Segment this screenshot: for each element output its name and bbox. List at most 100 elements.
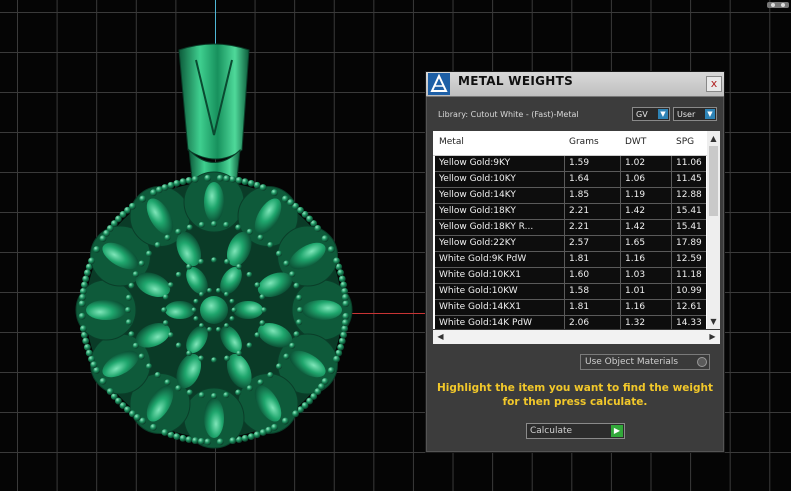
cell-metal: Yellow Gold:9KY — [439, 158, 511, 168]
calculate-dropdown[interactable]: Calculate ▶ — [526, 423, 625, 439]
use-object-materials-button[interactable]: Use Object Materials — [580, 354, 710, 370]
user-dropdown-value: User — [677, 110, 696, 119]
bead — [162, 320, 169, 326]
bead — [215, 326, 221, 332]
bead — [223, 291, 229, 297]
table-row[interactable]: White Gold:10KW 1.58 1.01 10.99 — [435, 284, 706, 300]
col-header-metal[interactable]: Metal — [439, 137, 464, 147]
cell-dwt: 1.02 — [625, 158, 646, 168]
bead — [257, 234, 264, 241]
column-divider — [564, 156, 565, 171]
vertical-scrollbar[interactable]: ▲ ▼ — [707, 131, 720, 329]
metal-table[interactable]: Metal Grams DWT SPG Yellow Gold:9KY 1.59 1… — [433, 131, 720, 329]
bead — [124, 406, 131, 414]
bead — [259, 184, 267, 191]
cell-dwt: 1.16 — [625, 254, 646, 264]
panel-titlebar[interactable]: METAL WEIGHTS x — [426, 72, 724, 97]
scroll-down-icon[interactable]: ▼ — [708, 316, 719, 327]
bead — [211, 221, 217, 227]
table-row[interactable]: Yellow Gold:22KY 2.57 1.65 17.89 — [435, 236, 706, 252]
scroll-right-icon[interactable]: ▶ — [707, 331, 718, 342]
column-divider — [671, 236, 672, 251]
user-dropdown[interactable]: User ▼ — [673, 107, 717, 121]
col-header-dwt[interactable]: DWT — [625, 137, 646, 147]
cell-metal: White Gold:10KW — [439, 286, 518, 296]
scroll-thumb[interactable] — [709, 146, 718, 216]
panel-title: METAL WEIGHTS — [458, 74, 574, 88]
bead — [82, 337, 90, 345]
column-divider — [564, 188, 565, 203]
column-divider — [620, 316, 621, 329]
bead — [283, 260, 290, 267]
column-divider — [671, 156, 672, 171]
col-header-grams[interactable]: Grams — [569, 137, 599, 147]
bead — [191, 175, 199, 183]
cell-metal: Yellow Gold:14KY — [439, 190, 516, 200]
bead — [229, 298, 235, 304]
column-divider — [620, 172, 621, 187]
table-row[interactable]: White Gold:14K PdW 2.06 1.32 14.33 — [435, 316, 706, 329]
bead — [204, 174, 212, 182]
horizontal-scrollbar[interactable]: ◀ ▶ — [433, 330, 720, 344]
bead — [340, 331, 347, 339]
column-divider — [671, 172, 672, 187]
bead — [199, 323, 205, 329]
bead — [296, 294, 303, 301]
bead — [281, 417, 289, 425]
table-row[interactable]: Yellow Gold:10KY 1.64 1.06 11.45 — [435, 172, 706, 188]
bead — [337, 343, 345, 351]
bead — [254, 282, 261, 288]
bead — [79, 287, 87, 295]
table-row[interactable]: White Gold:14KX1 1.81 1.16 12.61 — [435, 300, 706, 316]
bead — [257, 379, 264, 386]
table-row[interactable]: Yellow Gold:14KY 1.85 1.19 12.88 — [435, 188, 706, 204]
column-divider — [671, 220, 672, 235]
bead — [342, 300, 350, 308]
table-row[interactable]: White Gold:9K PdW 1.81 1.16 12.59 — [435, 252, 706, 268]
bead — [318, 383, 325, 391]
bead — [164, 379, 171, 386]
table-body: Yellow Gold:9KY 1.59 1.02 11.06 Yellow Gold:… — [435, 156, 706, 329]
instruction-text: Highlight the item you want to find the … — [436, 381, 714, 409]
bead — [186, 350, 192, 357]
bead — [198, 392, 205, 399]
cell-spg: 15.41 — [676, 222, 702, 232]
radio-circle-icon — [697, 357, 707, 367]
bead — [128, 331, 135, 338]
cell-grams: 2.21 — [569, 206, 590, 216]
bead — [283, 353, 290, 360]
bead — [175, 271, 182, 278]
gv-dropdown[interactable]: GV ▼ — [632, 107, 670, 121]
bead — [216, 174, 224, 182]
scroll-up-icon[interactable]: ▲ — [708, 133, 719, 144]
column-divider — [564, 204, 565, 219]
bead — [341, 293, 349, 301]
column-divider — [620, 188, 621, 203]
bead — [90, 361, 98, 369]
use-object-materials-label: Use Object Materials — [585, 357, 679, 367]
column-divider — [671, 188, 672, 203]
bead — [138, 353, 145, 360]
play-arrow-icon[interactable]: ▶ — [611, 425, 623, 437]
bead — [161, 307, 167, 313]
bead — [207, 326, 213, 332]
bead — [133, 414, 141, 421]
table-row[interactable]: White Gold:10KX1 1.60 1.03 11.18 — [435, 268, 706, 284]
bead — [198, 258, 204, 265]
table-row[interactable]: Yellow Gold:18KY 2.21 1.42 15.41 — [435, 204, 706, 220]
cell-grams: 1.60 — [569, 270, 590, 280]
cell-dwt: 1.03 — [625, 270, 646, 280]
outer-gem — [86, 300, 126, 320]
bead — [150, 189, 157, 197]
column-divider — [671, 284, 672, 299]
bead — [235, 389, 242, 396]
scroll-left-icon[interactable]: ◀ — [435, 331, 446, 342]
bead — [229, 316, 235, 322]
bead — [129, 202, 136, 210]
col-header-spg[interactable]: SPG — [676, 137, 694, 147]
table-row[interactable]: Yellow Gold:18KY R... 2.21 1.42 15.41 — [435, 220, 706, 236]
close-button[interactable]: x — [706, 76, 722, 92]
bead — [191, 307, 197, 313]
cell-dwt: 1.42 — [625, 222, 646, 232]
table-row[interactable]: Yellow Gold:9KY 1.59 1.02 11.06 — [435, 156, 706, 172]
